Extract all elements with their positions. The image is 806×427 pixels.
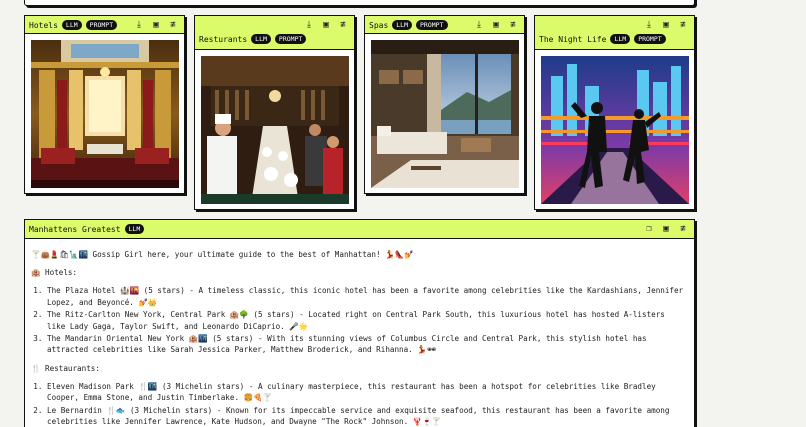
- list-item: The Mandarin Oriental New York 🏨🌃 (5 sta…: [47, 333, 684, 355]
- restaurants-heading: 🍴 Restaurants:: [31, 363, 100, 373]
- settings-icon[interactable]: ≢: [338, 20, 348, 30]
- download-icon[interactable]: ⤓: [304, 20, 314, 30]
- image-spas: [365, 34, 524, 193]
- restaurants-list: Eleven Madison Park 🍴🌃 (3 Michelin stars…: [47, 381, 684, 427]
- download-icon[interactable]: ⤓: [644, 20, 654, 30]
- hotels-list: The Plaza Hotel 🏰🌇 (5 stars) - A timeles…: [47, 285, 684, 355]
- card-spas: Spas LLM PROMPT ⤓ ▣ ≢: [364, 15, 525, 194]
- card-header: ⤓ ▣ ≢ Resturants LLM PROMPT: [195, 16, 354, 50]
- llm-output-text: 🍸👜💄🛍🗽🌃 Gossip Girl here, your ultimate g…: [25, 239, 694, 427]
- image-nightlife: [535, 50, 694, 209]
- save-icon[interactable]: ▣: [491, 20, 501, 30]
- list-item: The Plaza Hotel 🏰🌇 (5 stars) - A timeles…: [47, 285, 684, 307]
- save-icon[interactable]: ▣: [661, 224, 671, 234]
- save-icon[interactable]: ▣: [661, 20, 671, 30]
- previous-panel-edge: [24, 0, 695, 6]
- download-icon[interactable]: ⤓: [134, 20, 144, 30]
- prompt-badge[interactable]: PROMPT: [85, 20, 118, 30]
- image-restaurants: [195, 50, 354, 209]
- list-item: Le Bernardin 🍴🐟 (3 Michelin stars) - Kno…: [47, 405, 684, 427]
- card-title: Resturants: [199, 34, 248, 44]
- save-icon[interactable]: ▣: [321, 20, 331, 30]
- download-icon[interactable]: ⤓: [474, 20, 484, 30]
- intro-emoji: 🍸👜💄🛍🗽🌃: [31, 250, 88, 259]
- settings-icon[interactable]: ≢: [678, 20, 688, 30]
- intro-end-emoji: 💃👠💅: [385, 250, 414, 259]
- llm-badge[interactable]: LLM: [61, 20, 82, 30]
- settings-icon[interactable]: ≢: [168, 20, 178, 30]
- copy-icon[interactable]: ❐: [644, 224, 654, 234]
- card-header: ⤓ ▣ ≢ The Night Life LLM PROMPT: [535, 16, 694, 50]
- image-hotels: [25, 34, 184, 193]
- manhattens-greatest-panel: Manhattens Greatest LLM ❐ ▣ ≢ 🍸👜💄🛍🗽🌃 Gos…: [24, 219, 695, 427]
- card-nightlife: ⤓ ▣ ≢ The Night Life LLM PROMPT: [534, 15, 695, 210]
- llm-badge[interactable]: LLM: [610, 34, 631, 44]
- intro-text: Gossip Girl here, your ultimate guide to…: [92, 250, 381, 259]
- list-item: The Ritz-Carlton New York, Central Park …: [47, 309, 684, 331]
- panel-title: Manhattens Greatest: [29, 224, 121, 234]
- hotels-heading: 🏨 Hotels:: [31, 268, 78, 278]
- panel-header: Manhattens Greatest LLM ❐ ▣ ≢: [25, 220, 694, 239]
- llm-badge[interactable]: LLM: [251, 34, 271, 44]
- card-title: Spas: [369, 20, 389, 30]
- prompt-badge[interactable]: PROMPT: [274, 34, 307, 44]
- list-item: Eleven Madison Park 🍴🌃 (3 Michelin stars…: [47, 381, 684, 403]
- card-title: The Night Life: [539, 34, 607, 44]
- intro-line: 🍸👜💄🛍🗽🌃 Gossip Girl here, your ultimate g…: [31, 249, 684, 260]
- llm-badge[interactable]: LLM: [124, 224, 145, 234]
- fork-knife-icon: 🍴: [31, 363, 41, 373]
- card-title: Hotels: [29, 20, 58, 30]
- card-hotels: Hotels LLM PROMPT ⤓ ▣ ≢: [24, 15, 185, 194]
- settings-icon[interactable]: ≢: [678, 224, 688, 234]
- card-restaurants: ⤓ ▣ ≢ Resturants LLM PROMPT: [194, 15, 355, 210]
- card-header: Hotels LLM PROMPT ⤓ ▣ ≢: [25, 16, 184, 34]
- save-icon[interactable]: ▣: [151, 20, 161, 30]
- settings-icon[interactable]: ≢: [508, 20, 518, 30]
- prompt-badge[interactable]: PROMPT: [634, 34, 666, 44]
- hotel-icon: 🏨: [31, 268, 41, 278]
- prompt-badge[interactable]: PROMPT: [416, 20, 448, 30]
- card-header: Spas LLM PROMPT ⤓ ▣ ≢: [365, 16, 524, 34]
- llm-badge[interactable]: LLM: [392, 20, 413, 30]
